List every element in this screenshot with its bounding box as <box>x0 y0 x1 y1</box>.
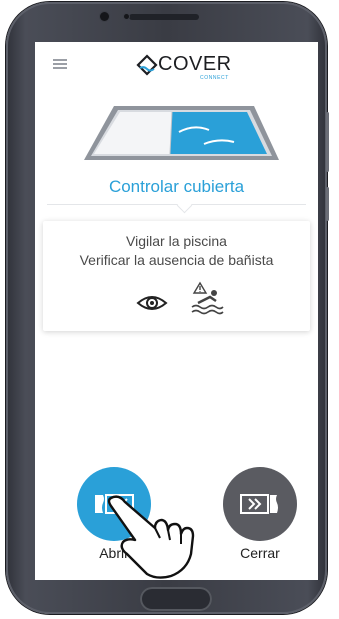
tap-hand-icon <box>107 495 195 579</box>
app-screen: COVER CONNECT Controlar cubierta Vigilar… <box>35 42 318 580</box>
cover-logo: COVER CONNECT <box>136 51 236 81</box>
hamburger-menu-icon[interactable] <box>53 59 67 69</box>
close-label: Cerrar <box>240 545 280 561</box>
volume-button <box>326 112 329 172</box>
card-line-verify: Verificar la ausencia de bañista <box>79 252 274 268</box>
close-cover-icon <box>240 494 278 514</box>
divider-notch <box>176 197 193 214</box>
pool-illustration <box>84 106 279 160</box>
front-camera <box>100 12 109 21</box>
card-line-watch: Vigilar la piscina <box>126 233 227 249</box>
phone-frame: COVER CONNECT Controlar cubierta Vigilar… <box>6 2 329 614</box>
swimmer-warning-icon[interactable] <box>190 281 224 315</box>
page-title: Controlar cubierta <box>108 177 245 196</box>
home-button[interactable] <box>140 587 212 611</box>
logo-text: COVER <box>158 53 232 75</box>
surveillance-card: Vigilar la piscina Verificar la ausencia… <box>43 221 310 331</box>
power-button <box>326 187 329 221</box>
earpiece <box>129 14 199 20</box>
cover-logo-icon <box>136 54 158 76</box>
eye-icon[interactable] <box>136 291 168 315</box>
logo-subtext: CONNECT <box>200 75 229 81</box>
close-cover-button[interactable] <box>223 467 297 541</box>
sensor-dot <box>124 14 129 19</box>
